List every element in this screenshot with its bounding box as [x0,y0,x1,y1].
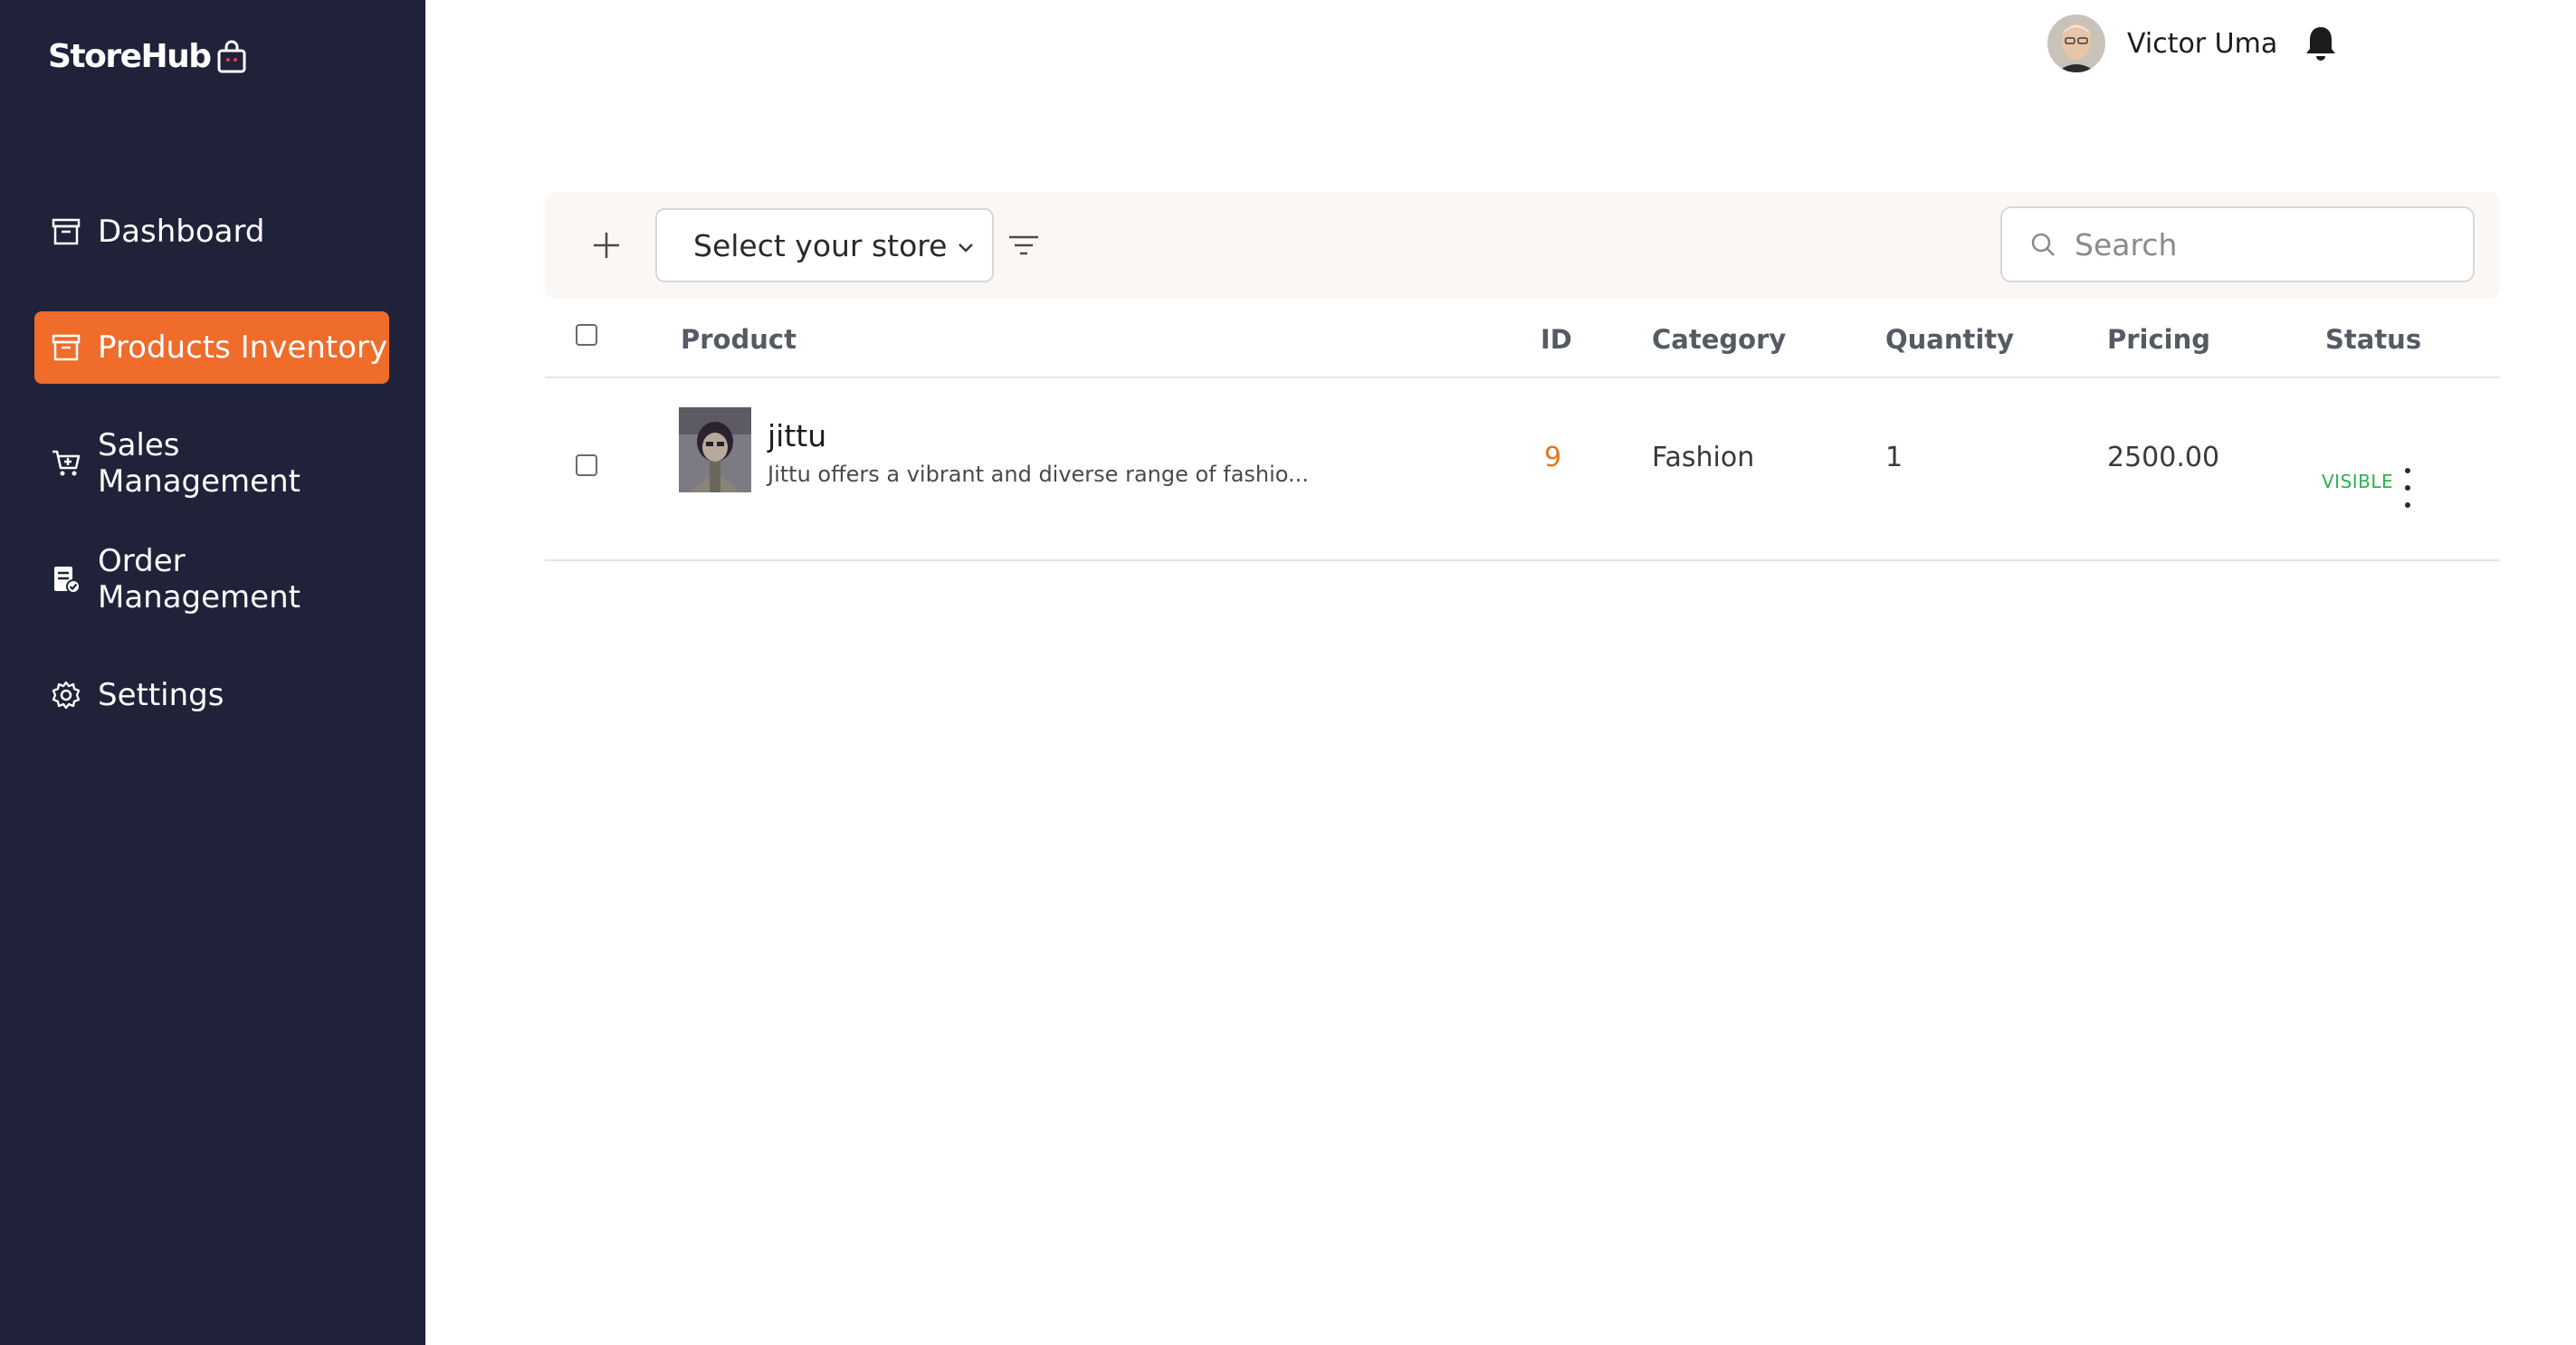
sidebar-item-dashboard[interactable]: Dashboard [34,196,389,268]
store-select[interactable]: Select your store [655,208,994,282]
logo-text: StoreHub [48,38,212,75]
sidebar-item-products-inventory[interactable]: Products Inventory [34,311,389,384]
column-header-id[interactable]: ID [1541,324,1572,355]
table-header: Product ID Category Quantity Pricing Sta… [545,299,2500,378]
gear-icon [51,680,81,711]
storehub-logo[interactable]: StoreHub [48,38,247,75]
bell-icon[interactable] [2303,24,2339,63]
sidebar-item-label: Order Management [98,543,301,615]
column-header-category[interactable]: Category [1652,324,1786,355]
column-header-pricing[interactable]: Pricing [2107,324,2210,355]
sidebar-item-label: Products Inventory [98,329,388,366]
column-header-quantity[interactable]: Quantity [1885,324,2014,355]
sidebar-item-sales-management[interactable]: Sales Management [34,427,389,500]
sidebar-item-settings[interactable]: Settings [34,659,389,731]
product-quantity: 1 [1885,442,1903,473]
shopping-bag-icon [217,40,246,72]
sidebar-item-order-management[interactable]: Order Management [34,543,389,615]
avatar[interactable] [2047,14,2105,72]
column-header-product[interactable]: Product [681,324,797,355]
archive-box-icon [51,216,81,247]
product-id: 9 [1544,442,1562,473]
sidebar-item-label: Settings [98,677,224,713]
store-select-value: Select your store [693,227,948,263]
table-row[interactable]: jittu Jittu offers a vibrant and diverse… [545,378,2500,561]
user-menu[interactable]: Victor Uma [2047,14,2339,72]
select-all-checkbox[interactable] [576,324,597,346]
status-badge: VISIBLE [2322,471,2394,492]
add-icon[interactable] [587,225,626,265]
product-category: Fashion [1652,442,1755,473]
product-name[interactable]: jittu [768,418,826,453]
products-toolbar: Select your store [545,192,2500,299]
product-description: Jittu offers a vibrant and diverse range… [768,462,1309,487]
chevron-down-icon [959,243,973,253]
product-thumbnail [679,407,751,492]
sidebar: StoreHub Dashboard Products Inventory Sa… [0,0,425,1345]
more-vertical-icon[interactable] [2400,465,2415,510]
search-icon [2031,233,2055,256]
user-name: Victor Uma [2127,27,2278,60]
filter-icon[interactable] [1007,230,1041,261]
row-checkbox[interactable] [576,454,597,476]
search-box[interactable] [2000,206,2475,282]
cart-icon [51,448,81,479]
app-root: StoreHub Dashboard Products Inventory Sa… [0,0,2576,1345]
column-header-status[interactable]: Status [2325,324,2421,355]
order-check-icon [51,564,81,595]
products-table: Product ID Category Quantity Pricing Sta… [545,299,2500,561]
archive-box-icon [51,332,81,363]
search-input[interactable] [2075,226,2455,262]
sidebar-item-label: Sales Management [98,427,301,500]
product-pricing: 2500.00 [2107,442,2220,473]
sidebar-item-label: Dashboard [98,214,265,250]
